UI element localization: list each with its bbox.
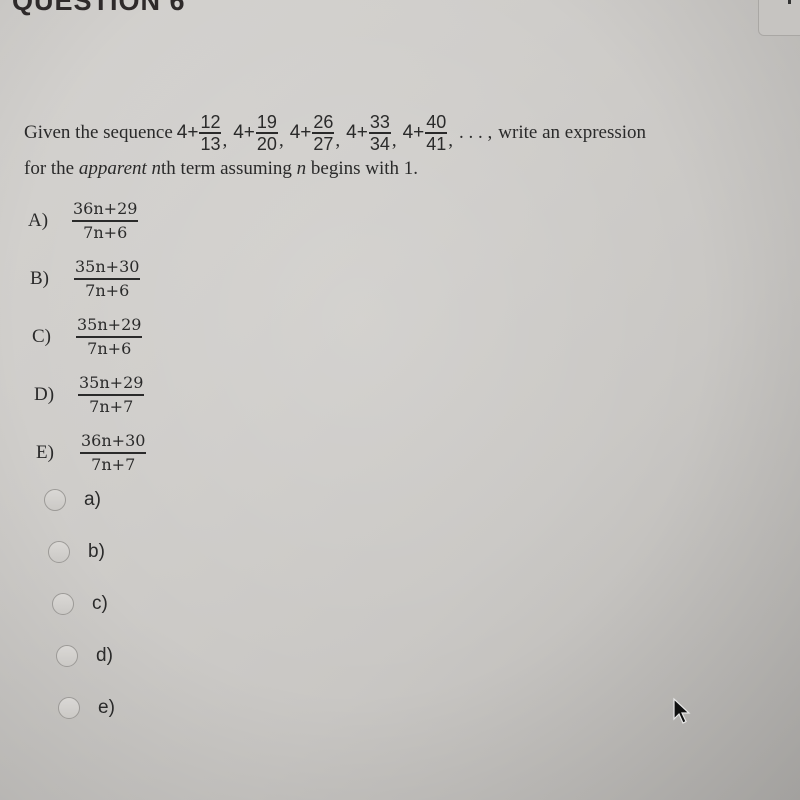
choice-letter: A) bbox=[28, 210, 49, 231]
choice-fraction: 36n+29 7n+6 bbox=[72, 198, 139, 243]
sequence-term: 4+ 19 20 , bbox=[233, 112, 283, 153]
separator: , bbox=[448, 130, 454, 151]
text-span: th term assuming bbox=[161, 158, 297, 179]
denominator: 34 bbox=[369, 133, 390, 154]
numerator: 36n+29 bbox=[73, 199, 138, 219]
emphasis-apparent: apparent bbox=[78, 158, 147, 179]
choice-letter: E) bbox=[36, 442, 54, 463]
ellipsis: . . . , bbox=[459, 122, 493, 143]
sequence-term: 4+ 40 41 , bbox=[403, 112, 453, 153]
numerator: 19 bbox=[256, 112, 277, 133]
question-tail: write an expression bbox=[498, 122, 647, 143]
text-span: for the bbox=[24, 158, 79, 179]
term-fraction: 12 13 bbox=[199, 112, 222, 154]
term-whole: 4+ bbox=[289, 122, 312, 143]
denominator: 41 bbox=[426, 133, 447, 154]
separator: , bbox=[278, 130, 284, 151]
choice-fraction: 35n+30 7n+6 bbox=[74, 256, 141, 301]
denominator: 7n+7 bbox=[91, 454, 136, 474]
choice-fraction: 36n+30 7n+7 bbox=[80, 430, 147, 475]
term-fraction: 40 41 bbox=[425, 112, 448, 154]
text-span: begins with 1. bbox=[306, 158, 419, 179]
term-whole: 4+ bbox=[176, 122, 199, 143]
numerator: 35n+29 bbox=[79, 373, 144, 393]
term-whole: 4+ bbox=[346, 122, 368, 143]
denominator: 7n+6 bbox=[83, 222, 128, 242]
separator: , bbox=[335, 130, 341, 151]
option-label[interactable]: e) bbox=[98, 697, 115, 719]
variable-n: n bbox=[296, 158, 307, 179]
question-intro: Given the sequence bbox=[24, 122, 173, 143]
corner-mark bbox=[788, 0, 791, 4]
sequence-term: 4+ 12 13 , bbox=[177, 112, 227, 153]
answer-choices: A) 36n+29 7n+6 B) 35n+30 7n+6 C) 35n+29 … bbox=[28, 192, 147, 482]
separator: , bbox=[391, 130, 397, 151]
denominator: 20 bbox=[256, 133, 277, 154]
sequence-term: 4+ 26 27 , bbox=[290, 112, 340, 153]
radio-button[interactable] bbox=[52, 593, 74, 615]
choice-fraction: 35n+29 7n+7 bbox=[78, 372, 145, 417]
option-e[interactable]: e) bbox=[58, 682, 115, 734]
choice-letter: B) bbox=[30, 268, 49, 289]
mouse-pointer-icon bbox=[673, 697, 691, 724]
option-label[interactable]: d) bbox=[96, 645, 113, 667]
denominator: 7n+6 bbox=[85, 280, 130, 300]
term-whole: 4+ bbox=[402, 122, 425, 143]
radio-button[interactable] bbox=[48, 541, 70, 563]
term-fraction: 26 27 bbox=[312, 112, 335, 154]
option-label[interactable]: b) bbox=[88, 541, 105, 563]
radio-button[interactable] bbox=[58, 697, 80, 719]
choice-d: D) 35n+29 7n+7 bbox=[34, 366, 146, 424]
denominator: 7n+6 bbox=[87, 338, 132, 358]
question-line-2: for the apparent nth term assuming n beg… bbox=[24, 158, 794, 180]
numerator: 35n+30 bbox=[75, 257, 140, 277]
choice-fraction: 35n+29 7n+6 bbox=[76, 314, 143, 359]
numerator: 40 bbox=[426, 112, 447, 133]
numerator: 26 bbox=[313, 112, 334, 133]
separator: , bbox=[222, 130, 228, 151]
sequence-line: Given the sequence 4+ 12 13 , 4+ 19 20 ,… bbox=[24, 108, 794, 158]
denominator: 13 bbox=[200, 133, 221, 154]
choice-letter: C) bbox=[32, 326, 51, 347]
numerator: 12 bbox=[200, 112, 221, 133]
radio-button[interactable] bbox=[44, 489, 66, 511]
numerator: 35n+29 bbox=[77, 315, 142, 335]
question-header: QUESTION 6 bbox=[12, 0, 186, 16]
numerator: 36n+30 bbox=[81, 431, 146, 451]
denominator: 27 bbox=[313, 133, 334, 154]
option-a[interactable]: a) bbox=[44, 474, 115, 526]
term-fraction: 19 20 bbox=[255, 112, 278, 154]
term-whole: 4+ bbox=[233, 122, 255, 143]
choice-c: C) 35n+29 7n+6 bbox=[32, 308, 146, 366]
sequence-term: 4+ 33 34 , bbox=[346, 112, 396, 153]
top-right-button[interactable] bbox=[758, 0, 800, 36]
radio-options: a) b) c) d) e) bbox=[44, 474, 115, 734]
option-c[interactable]: c) bbox=[52, 578, 115, 630]
question-text: Given the sequence 4+ 12 13 , 4+ 19 20 ,… bbox=[24, 108, 794, 180]
choice-a: A) 36n+29 7n+6 bbox=[28, 192, 146, 250]
numerator: 33 bbox=[369, 112, 390, 133]
term-fraction: 33 34 bbox=[368, 112, 391, 154]
option-label[interactable]: c) bbox=[92, 593, 108, 615]
variable-n: n bbox=[151, 158, 162, 179]
option-d[interactable]: d) bbox=[56, 630, 115, 682]
option-b[interactable]: b) bbox=[48, 526, 115, 578]
choice-letter: D) bbox=[34, 384, 55, 405]
radio-button[interactable] bbox=[56, 645, 78, 667]
denominator: 7n+7 bbox=[89, 396, 134, 416]
option-label[interactable]: a) bbox=[84, 489, 101, 511]
choice-b: B) 35n+30 7n+6 bbox=[30, 250, 146, 308]
